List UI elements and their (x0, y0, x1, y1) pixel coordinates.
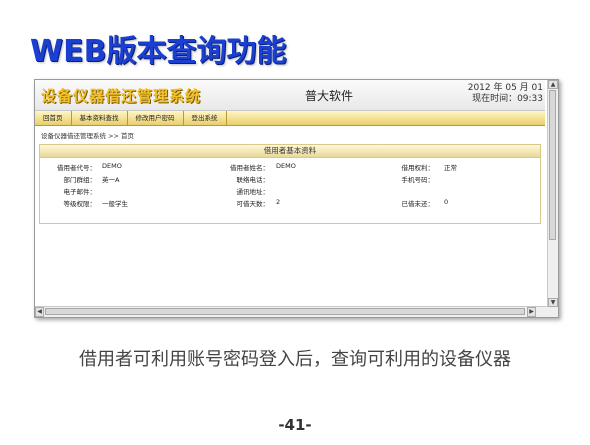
address-label: 通讯地址： (236, 188, 270, 196)
info-row: 部门群组： 英一A 联络电话： 手机号码： (40, 174, 540, 184)
dept-value: 英一A (102, 176, 120, 184)
presentation-slide: WEB版本查询功能 设备仪器借还管理系统 普大软件 2012 年 05 月 01… (0, 0, 590, 445)
date-time: 2012 年 05 月 01 现在时间：09:33 (468, 83, 543, 105)
phone-label: 联络电话： (236, 176, 270, 184)
borrower-name-label: 借用者姓名： (230, 164, 269, 172)
menu-item-logout[interactable]: 登出系统 (184, 111, 227, 125)
vertical-scrollbar[interactable]: ▲ ▼ (547, 80, 558, 317)
unreturned-label: 已借未还： (401, 200, 435, 208)
info-row: 借用者代号： DEMO 借用者姓名： DEMO 借用权利： 正常 (40, 162, 540, 172)
menu-item-home[interactable]: 回首页 (35, 111, 72, 125)
menu-item-profile-search[interactable]: 基本资料查找 (72, 111, 128, 125)
level-label: 等级权限： (63, 200, 97, 208)
date-text: 2012 年 05 月 01 (467, 83, 543, 93)
dept-label: 部门群组： (63, 176, 97, 184)
borrower-name-value: DEMO (276, 162, 296, 170)
borrow-right-label: 借用权利： (401, 164, 435, 172)
scroll-down-arrow-icon[interactable]: ▼ (548, 298, 558, 307)
slide-caption: 借用者可利用账号密码登入后，查询可利用的设备仪器 (79, 349, 511, 370)
time-text: 现在时间：09:33 (472, 94, 543, 104)
breadcrumb: 设备仪器借还管理系统 >> 首页 (41, 132, 135, 140)
vertical-scroll-thumb[interactable] (549, 90, 556, 240)
info-row: 等级权限： 一般学生 可借天数： 2 已借未还： 0 (40, 198, 540, 208)
info-row: 电子邮件： 通讯地址： (40, 186, 540, 196)
scroll-up-arrow-icon[interactable]: ▲ (548, 80, 558, 89)
borrower-code-value: DEMO (102, 162, 122, 170)
panel-title: 借用者基本资料 (40, 145, 540, 158)
horizontal-scrollbar[interactable]: ◀ ▶ (35, 306, 548, 317)
company-name: 普大软件 (305, 89, 354, 103)
days-label: 可借天数： (236, 200, 270, 208)
mobile-label: 手机号码： (401, 176, 435, 184)
app-header: 设备仪器借还管理系统 普大软件 2012 年 05 月 01 现在时间：09:3… (35, 80, 545, 111)
app-logo: 设备仪器借还管理系统 (41, 87, 202, 105)
borrow-right-value: 正常 (444, 164, 457, 172)
unreturned-value: 0 (444, 198, 449, 206)
main-menu: 回首页 基本资料查找 修改用户密码 登出系统 (35, 111, 545, 126)
page-number: -41- (278, 416, 312, 434)
scroll-left-arrow-icon[interactable]: ◀ (35, 307, 44, 317)
slide-title: WEB版本查询功能 (30, 34, 287, 69)
scroll-right-arrow-icon[interactable]: ▶ (527, 307, 536, 317)
borrower-code-label: 借用者代号： (57, 164, 96, 172)
days-value: 2 (276, 198, 281, 206)
menu-item-change-password[interactable]: 修改用户密码 (128, 111, 184, 125)
email-label: 电子邮件： (63, 188, 97, 196)
borrower-info-panel: 借用者基本资料 借用者代号： DEMO 借用者姓名： DEMO 借用权利： 正常… (39, 144, 541, 224)
app-window: 设备仪器借还管理系统 普大软件 2012 年 05 月 01 现在时间：09:3… (34, 79, 559, 318)
level-value: 一般学生 (102, 200, 128, 208)
horizontal-scroll-thumb[interactable] (45, 308, 525, 315)
